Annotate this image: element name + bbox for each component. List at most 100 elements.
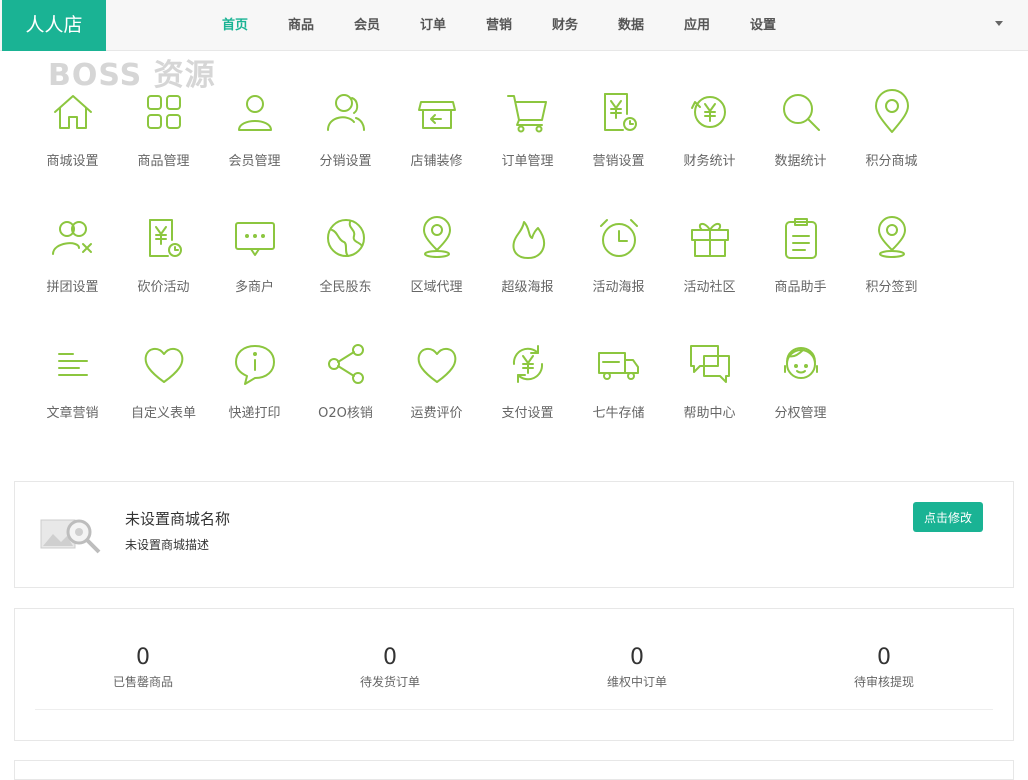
shop-info-panel: 未设置商城名称 未设置商城描述 点击修改	[14, 481, 1014, 588]
user-icon	[231, 88, 279, 136]
store-icon	[413, 88, 461, 136]
module-tile[interactable]: 支付设置	[482, 336, 573, 446]
module-tile[interactable]: 财务统计	[664, 84, 755, 194]
nav-home[interactable]: 首页	[202, 0, 268, 51]
module-tile[interactable]: O2O核销	[300, 336, 391, 446]
module-tile[interactable]: 商城设置	[27, 84, 118, 194]
stat-label: 维权中订单	[606, 675, 667, 689]
support-agent-icon	[777, 340, 825, 388]
users-icon	[322, 88, 370, 136]
module-label: 财务统计	[683, 154, 736, 169]
module-tile[interactable]: 文章营销	[27, 336, 118, 446]
nav-apps[interactable]: 应用	[664, 0, 730, 51]
module-label: 多商户	[234, 280, 274, 295]
module-label: 商城设置	[46, 154, 99, 169]
brand-logo[interactable]: 人人店	[2, 0, 106, 51]
module-tile[interactable]: 商品助手	[755, 210, 846, 320]
edit-shop-button[interactable]: 点击修改	[913, 502, 983, 532]
chat-bubbles-icon	[686, 340, 734, 388]
module-tile[interactable]: 分权管理	[755, 336, 846, 446]
caret-down-icon[interactable]	[995, 21, 1003, 26]
flame-icon	[504, 214, 552, 262]
stat-pending-withdrawal[interactable]: 0 待审核提现	[784, 645, 984, 690]
stat-value: 0	[877, 645, 891, 670]
location-pin-icon	[868, 88, 916, 136]
top-navbar: 人人店 首页 商品 会员 订单 营销 财务 数据 应用 设置	[0, 0, 1028, 51]
module-label: 全民股东	[319, 280, 372, 295]
module-tile[interactable]: 全民股东	[300, 210, 391, 320]
module-tile[interactable]: 积分签到	[846, 210, 937, 320]
module-label: 区域代理	[410, 280, 463, 295]
gift-icon	[686, 214, 734, 262]
module-tile[interactable]: 数据统计	[755, 84, 846, 194]
module-tile[interactable]: 营销设置	[573, 84, 664, 194]
stat-label: 待发货订单	[359, 675, 420, 689]
clipboard-icon	[777, 214, 825, 262]
module-tile[interactable]: 砍价活动	[118, 210, 209, 320]
module-tile[interactable]: 帮助中心	[664, 336, 755, 446]
module-tile[interactable]: 超级海报	[482, 210, 573, 320]
module-tile[interactable]: 分销设置	[300, 84, 391, 194]
module-label: O2O核销	[318, 406, 373, 421]
module-label: 会员管理	[228, 154, 281, 169]
stat-disputed-orders[interactable]: 0 维权中订单	[537, 645, 737, 690]
nav-finance[interactable]: 财务	[532, 0, 598, 51]
nav-marketing[interactable]: 营销	[466, 0, 532, 51]
module-tile[interactable]: 区域代理	[391, 210, 482, 320]
divider	[35, 709, 993, 710]
alarm-clock-icon	[595, 214, 643, 262]
yen-receipt-icon	[595, 88, 643, 136]
yen-cycle-icon	[504, 340, 552, 388]
module-tile[interactable]: 商品管理	[118, 84, 209, 194]
module-label: 商品助手	[774, 280, 827, 295]
module-label: 拼团设置	[46, 280, 99, 295]
stats-panel: 0 已售罄商品 0 待发货订单 0 维权中订单 0 待审核提现	[14, 608, 1014, 741]
stat-label: 已售罄商品	[112, 675, 173, 689]
module-tile[interactable]: 七牛存储	[573, 336, 664, 446]
module-tile[interactable]: 活动海报	[573, 210, 664, 320]
module-label: 砍价活动	[137, 280, 190, 295]
module-tile[interactable]: 多商户	[209, 210, 300, 320]
module-tile[interactable]: 订单管理	[482, 84, 573, 194]
map-pin-icon	[413, 214, 461, 262]
module-tile[interactable]: 积分商城	[846, 84, 937, 194]
stat-pending-shipment[interactable]: 0 待发货订单	[290, 645, 490, 690]
globe-icon	[322, 214, 370, 262]
module-tile[interactable]: 拼团设置	[27, 210, 118, 320]
nav-members[interactable]: 会员	[334, 0, 400, 51]
chat-icon	[231, 214, 279, 262]
grid-icon	[140, 88, 188, 136]
nav-data[interactable]: 数据	[598, 0, 664, 51]
info-bubble-icon	[231, 340, 279, 388]
module-label: 营销设置	[592, 154, 645, 169]
module-label: 文章营销	[46, 406, 99, 421]
module-label: 快递打印	[228, 406, 281, 421]
stat-sold-out[interactable]: 0 已售罄商品	[43, 645, 243, 690]
module-tile[interactable]: 会员管理	[209, 84, 300, 194]
module-label: 支付设置	[501, 406, 554, 421]
stat-value: 0	[383, 645, 397, 670]
module-label: 店铺装修	[410, 154, 463, 169]
module-label: 帮助中心	[683, 406, 736, 421]
module-tile[interactable]: 活动社区	[664, 210, 755, 320]
stat-value: 0	[630, 645, 644, 670]
module-label: 自定义表单	[130, 406, 196, 421]
nav-settings[interactable]: 设置	[730, 0, 796, 51]
text-lines-icon	[49, 340, 97, 388]
nav-orders[interactable]: 订单	[400, 0, 466, 51]
stat-value: 0	[136, 645, 150, 670]
module-label: 七牛存储	[592, 406, 645, 421]
group-icon	[49, 214, 97, 262]
module-tile[interactable]: 自定义表单	[118, 336, 209, 446]
module-label: 活动社区	[683, 280, 736, 295]
shop-name: 未设置商城名称	[125, 510, 231, 528]
module-label: 数据统计	[774, 154, 827, 169]
module-label: 分权管理	[774, 406, 827, 421]
module-label: 订单管理	[501, 154, 554, 169]
module-tile[interactable]: 运费评价	[391, 336, 482, 446]
module-label: 商品管理	[137, 154, 190, 169]
module-tile[interactable]: 快递打印	[209, 336, 300, 446]
module-tile[interactable]: 店铺装修	[391, 84, 482, 194]
nav-goods[interactable]: 商品	[268, 0, 334, 51]
stat-label: 待审核提现	[853, 675, 914, 689]
